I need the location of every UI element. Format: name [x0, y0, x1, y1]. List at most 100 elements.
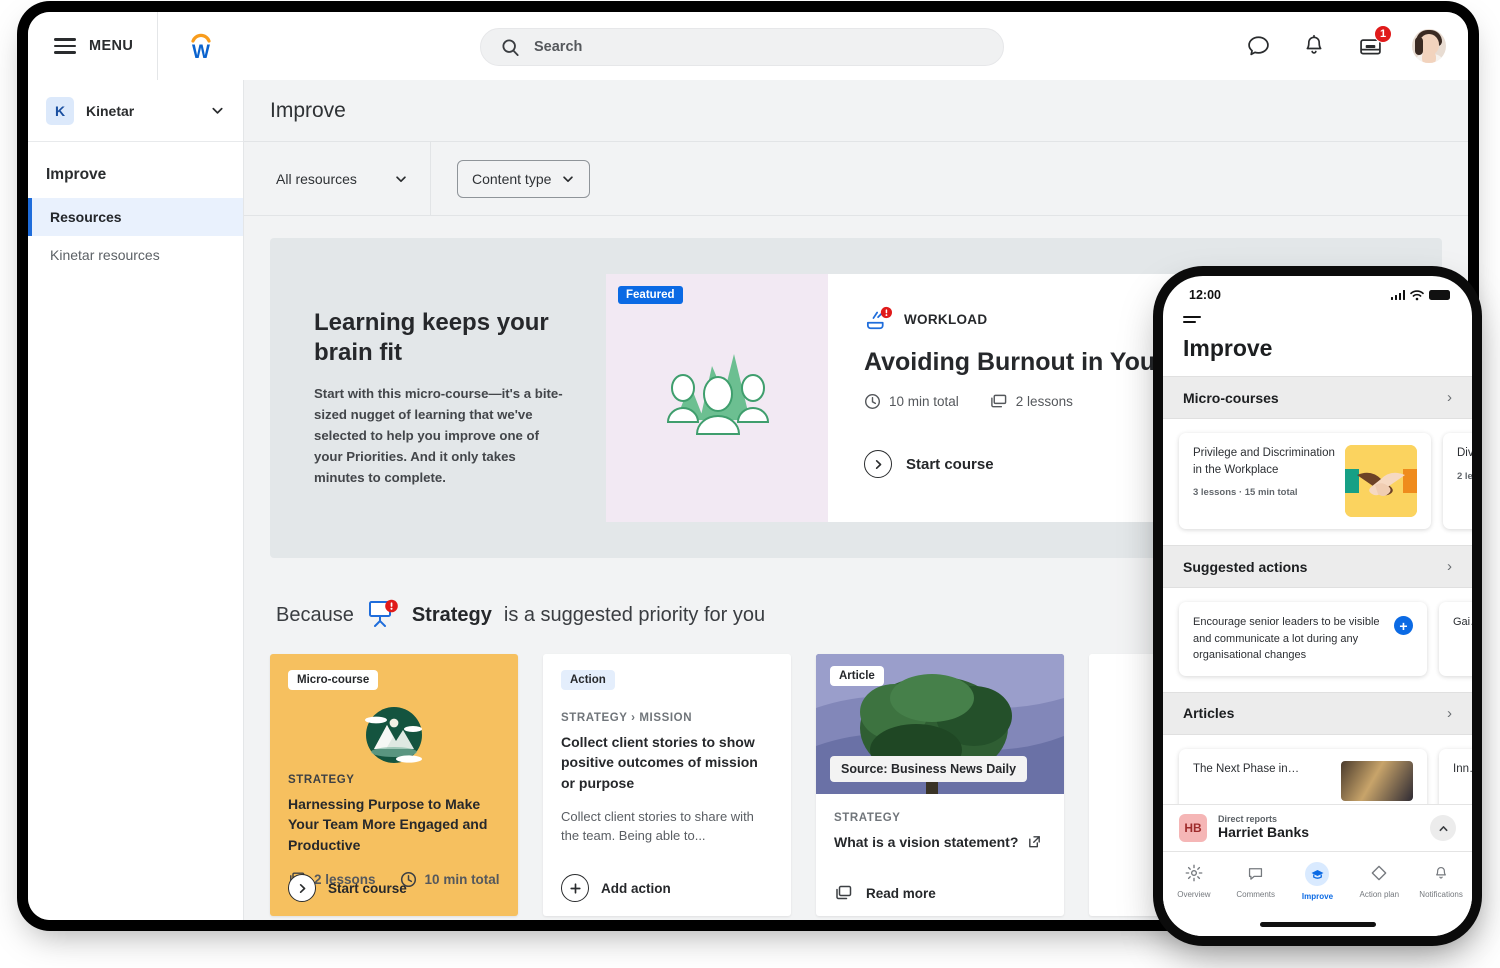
phone-mockup: 12:00 Improve Micro-courses ›: [1163, 276, 1472, 936]
card-title: Gai… taki… and…: [1453, 614, 1472, 631]
phone-section-micro-courses[interactable]: Micro-courses ›: [1163, 376, 1472, 419]
tab-overview[interactable]: Overview: [1163, 862, 1225, 899]
micro-courses-rail[interactable]: Privilege and Discrimination in the Work…: [1163, 419, 1472, 545]
screenshot-stage: MENU W Search: [0, 0, 1500, 968]
workday-logo[interactable]: W: [158, 29, 244, 63]
chevron-right-icon: ›: [1447, 558, 1452, 575]
resource-card-article[interactable]: Article Source: Business News Daily STRA…: [816, 654, 1064, 916]
section-title: Articles: [1183, 705, 1234, 721]
chevron-down-icon: [394, 172, 408, 186]
sidebar-item-resources[interactable]: Resources: [28, 198, 243, 236]
phone-action-card[interactable]: Encourage senior leaders to be visible a…: [1179, 602, 1427, 676]
suggested-actions-rail[interactable]: Encourage senior leaders to be visible a…: [1163, 588, 1472, 692]
sidebar-item-label: Resources: [50, 209, 122, 225]
course-category: WORKLOAD: [904, 312, 987, 327]
sidebar-item-kinetar-resources[interactable]: Kinetar resources: [28, 236, 243, 274]
bell-icon[interactable]: [1300, 32, 1328, 60]
org-switcher[interactable]: K Kinetar: [28, 80, 243, 142]
card-cta-label: Add action: [601, 881, 671, 896]
filter-divider: [430, 142, 431, 216]
inbox-badge-count: 1: [1374, 25, 1392, 43]
chevron-right-icon: ›: [1447, 705, 1452, 722]
avatar[interactable]: [1412, 29, 1446, 63]
chevron-right-icon: ›: [1447, 389, 1452, 406]
card-body: Collect client stories to share with the…: [561, 807, 773, 846]
content-type-label: Content type: [472, 171, 551, 187]
org-initial-badge: K: [46, 97, 74, 125]
chevron-down-icon: [210, 103, 225, 118]
card-meta: 2 les…: [1457, 471, 1472, 482]
hero-heading: Learning keeps your brain fit: [314, 308, 564, 368]
card-title: Inn…: [1453, 761, 1472, 801]
because-prefix: Because: [276, 604, 354, 627]
diamond-icon: [1366, 862, 1392, 884]
filter-bar: All resources Content type: [244, 142, 1468, 216]
inbox-icon[interactable]: 1: [1356, 32, 1384, 60]
phone-section-articles[interactable]: Articles ›: [1163, 692, 1472, 735]
duration-text: 10 min total: [425, 872, 500, 887]
global-top-bar: MENU W Search: [28, 12, 1468, 80]
external-link-icon[interactable]: [1027, 834, 1042, 849]
workload-icon: [864, 306, 894, 332]
section-title: Suggested actions: [1183, 559, 1307, 575]
resource-card-micro-course[interactable]: Micro-course: [270, 654, 518, 916]
tab-label: Notifications: [1419, 890, 1463, 899]
lessons-text: 2 lessons: [1016, 394, 1073, 409]
phone-article-card[interactable]: Inn…: [1439, 749, 1472, 813]
card-title: Privilege and Discrimination in the Work…: [1193, 445, 1335, 478]
article-icon: [834, 884, 854, 902]
start-course-button[interactable]: Start course: [288, 874, 407, 902]
chevron-down-icon: [561, 172, 575, 186]
phone-article-card[interactable]: The Next Phase in…: [1179, 749, 1427, 813]
card-eyebrow: STRATEGY › MISSION: [561, 712, 773, 724]
card-eyebrow: STRATEGY: [834, 812, 1046, 824]
tab-label: Comments: [1236, 890, 1275, 899]
duration-meta: 10 min total: [400, 871, 500, 888]
duration-text: 10 min total: [889, 394, 959, 409]
phone-action-card[interactable]: Gai… taki… and…: [1439, 602, 1472, 676]
menu-button[interactable]: MENU: [28, 12, 158, 80]
chat-icon[interactable]: [1244, 32, 1272, 60]
lessons-icon: [989, 393, 1008, 410]
phone-section-suggested-actions[interactable]: Suggested actions ›: [1163, 545, 1472, 588]
read-more-button[interactable]: Read more: [834, 884, 936, 902]
content-type-dropdown[interactable]: Content type: [457, 160, 590, 198]
section-title: Micro-courses: [1183, 390, 1279, 406]
graduation-cap-icon: [1305, 862, 1329, 886]
person-initials-badge: HB: [1179, 814, 1207, 842]
tab-label: Overview: [1177, 890, 1210, 899]
card-title: Collect client stories to show positive …: [561, 732, 773, 793]
card-title: Div… in R…: [1457, 445, 1472, 462]
top-bar-icons: 1: [1244, 12, 1446, 80]
sidebar: K Kinetar Improve Resources Kinetar reso…: [28, 80, 244, 920]
card-chip: Action: [561, 670, 615, 690]
all-resources-label: All resources: [276, 171, 357, 187]
article-source: Source: Business News Daily: [830, 756, 1027, 782]
phone-micro-course-card[interactable]: Div… in R… 2 les…: [1443, 433, 1472, 529]
page-header: Improve: [244, 80, 1468, 142]
because-suffix: is a suggested priority for you: [504, 604, 765, 627]
person-info: Direct reports Harriet Banks: [1218, 814, 1309, 842]
chevron-up-icon[interactable]: [1430, 815, 1456, 841]
add-action-button[interactable]: Add action: [561, 874, 671, 902]
strategy-easel-icon: [366, 598, 400, 632]
wifi-icon: [1410, 290, 1424, 301]
handshake-illustration: [1345, 445, 1417, 517]
phone-menu-icon[interactable]: [1183, 316, 1201, 323]
add-action-icon[interactable]: +: [1394, 616, 1413, 635]
tab-action-plan[interactable]: Action plan: [1348, 862, 1410, 899]
tab-label: Improve: [1302, 892, 1333, 901]
tab-notifications[interactable]: Notifications: [1410, 862, 1472, 899]
resource-card-action[interactable]: Action STRATEGY › MISSION Collect client…: [543, 654, 791, 916]
person-context-bar[interactable]: HB Direct reports Harriet Banks: [1163, 804, 1472, 852]
page-title: Improve: [270, 99, 346, 123]
hamburger-icon: [54, 38, 76, 53]
tab-improve[interactable]: Improve: [1287, 862, 1349, 901]
phone-micro-course-card[interactable]: Privilege and Discrimination in the Work…: [1179, 433, 1431, 529]
article-photo: Article Source: Business News Daily: [816, 654, 1064, 794]
search-bar[interactable]: Search: [480, 28, 1004, 66]
tab-comments[interactable]: Comments: [1225, 862, 1287, 899]
card-title: The Next Phase in…: [1193, 761, 1331, 801]
all-resources-dropdown[interactable]: All resources: [270, 160, 408, 198]
phone-page-title: Improve: [1183, 335, 1452, 376]
